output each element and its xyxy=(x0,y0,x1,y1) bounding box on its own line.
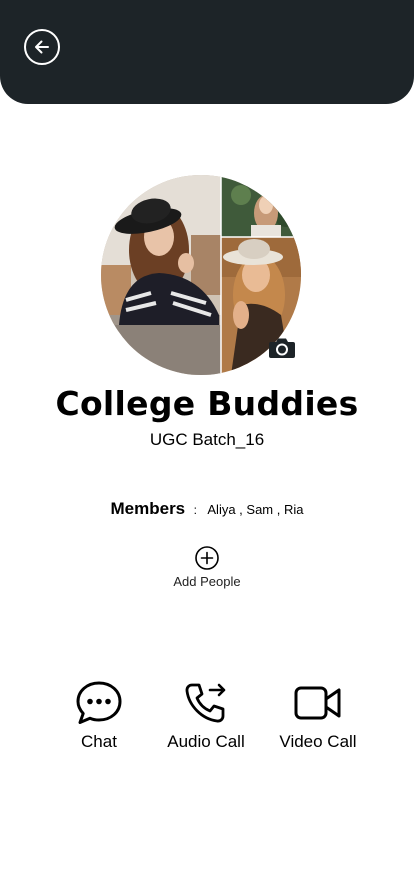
video-call-label: Video Call xyxy=(279,732,357,751)
back-button[interactable] xyxy=(24,29,60,65)
top-app-bar xyxy=(0,0,414,104)
video-call-button[interactable]: Video Call xyxy=(274,680,362,752)
change-photo-button[interactable] xyxy=(268,336,296,360)
phone-outgoing-icon xyxy=(185,683,226,723)
members-separator: : xyxy=(193,503,197,517)
chat-bubble-icon xyxy=(76,681,122,724)
members-label: Members xyxy=(110,499,186,518)
group-subtitle: UGC Batch_16 xyxy=(149,430,265,449)
chat-button[interactable]: Chat xyxy=(74,680,124,752)
arrow-left-icon xyxy=(35,40,49,54)
chat-label: Chat xyxy=(81,732,117,751)
audio-call-button[interactable]: Audio Call xyxy=(161,680,251,752)
video-camera-icon xyxy=(294,686,341,720)
audio-call-label: Audio Call xyxy=(167,732,245,751)
members-list: Aliya , Sam , Ria xyxy=(207,502,304,517)
camera-icon xyxy=(269,338,295,358)
add-people-button[interactable]: Add People xyxy=(157,545,257,597)
plus-circle-icon xyxy=(195,546,219,570)
members-row: Members : Aliya , Sam , Ria xyxy=(0,498,414,521)
add-people-label: Add People xyxy=(173,574,241,589)
group-name: College Buddies xyxy=(55,384,359,423)
